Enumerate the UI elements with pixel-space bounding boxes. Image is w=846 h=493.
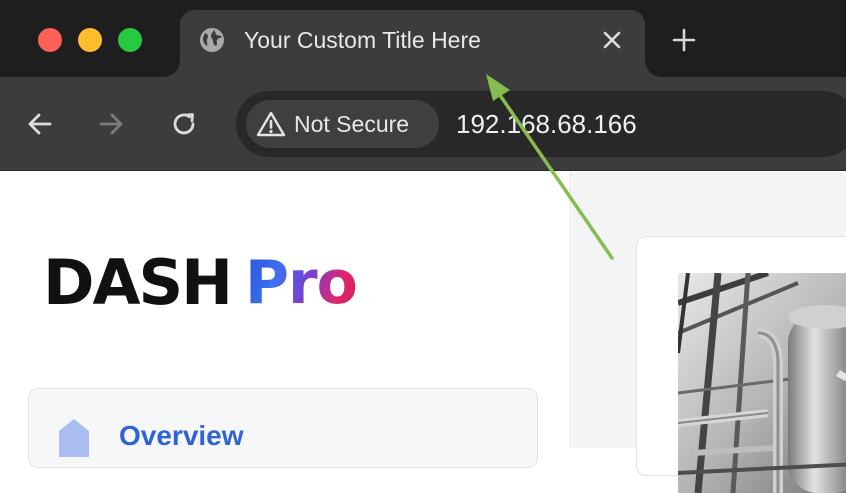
arrow-right-icon[interactable] [96,109,126,139]
home-icon [59,419,89,457]
security-label: Not Secure [294,111,410,137]
address-bar[interactable]: Not Secure 192.168.68.166 [236,91,846,157]
close-icon[interactable] [598,26,626,54]
sidebar-item-overview[interactable]: Overview [28,388,538,468]
app-logo: DASH Pro [43,246,358,319]
industrial-plant-photo [678,273,846,493]
globe-icon [200,28,224,52]
reload-icon[interactable] [169,109,199,139]
tab-title: Your Custom Title Here [244,27,481,53]
sidebar: DASH Pro Overview [0,172,571,468]
window-minimize-button[interactable] [78,28,102,52]
image-card [636,236,846,493]
security-indicator-button[interactable]: Not Secure [246,100,439,148]
tab-bar: Your Custom Title Here [0,0,846,77]
window-zoom-button[interactable] [118,28,142,52]
logo-primary-text: DASH [43,246,233,319]
url-text[interactable]: 192.168.68.166 [456,109,637,139]
window-close-button[interactable] [38,28,62,52]
arrow-left-icon[interactable] [25,109,55,139]
logo-secondary-text: Pro [245,248,358,318]
warning-triangle-icon [256,111,286,137]
main-content [572,172,846,493]
active-tab[interactable]: Your Custom Title Here [164,10,661,77]
page-content: DASH Pro Overview [0,172,846,493]
plus-icon[interactable] [668,24,700,56]
browser-toolbar: Not Secure 192.168.68.166 [0,77,846,171]
